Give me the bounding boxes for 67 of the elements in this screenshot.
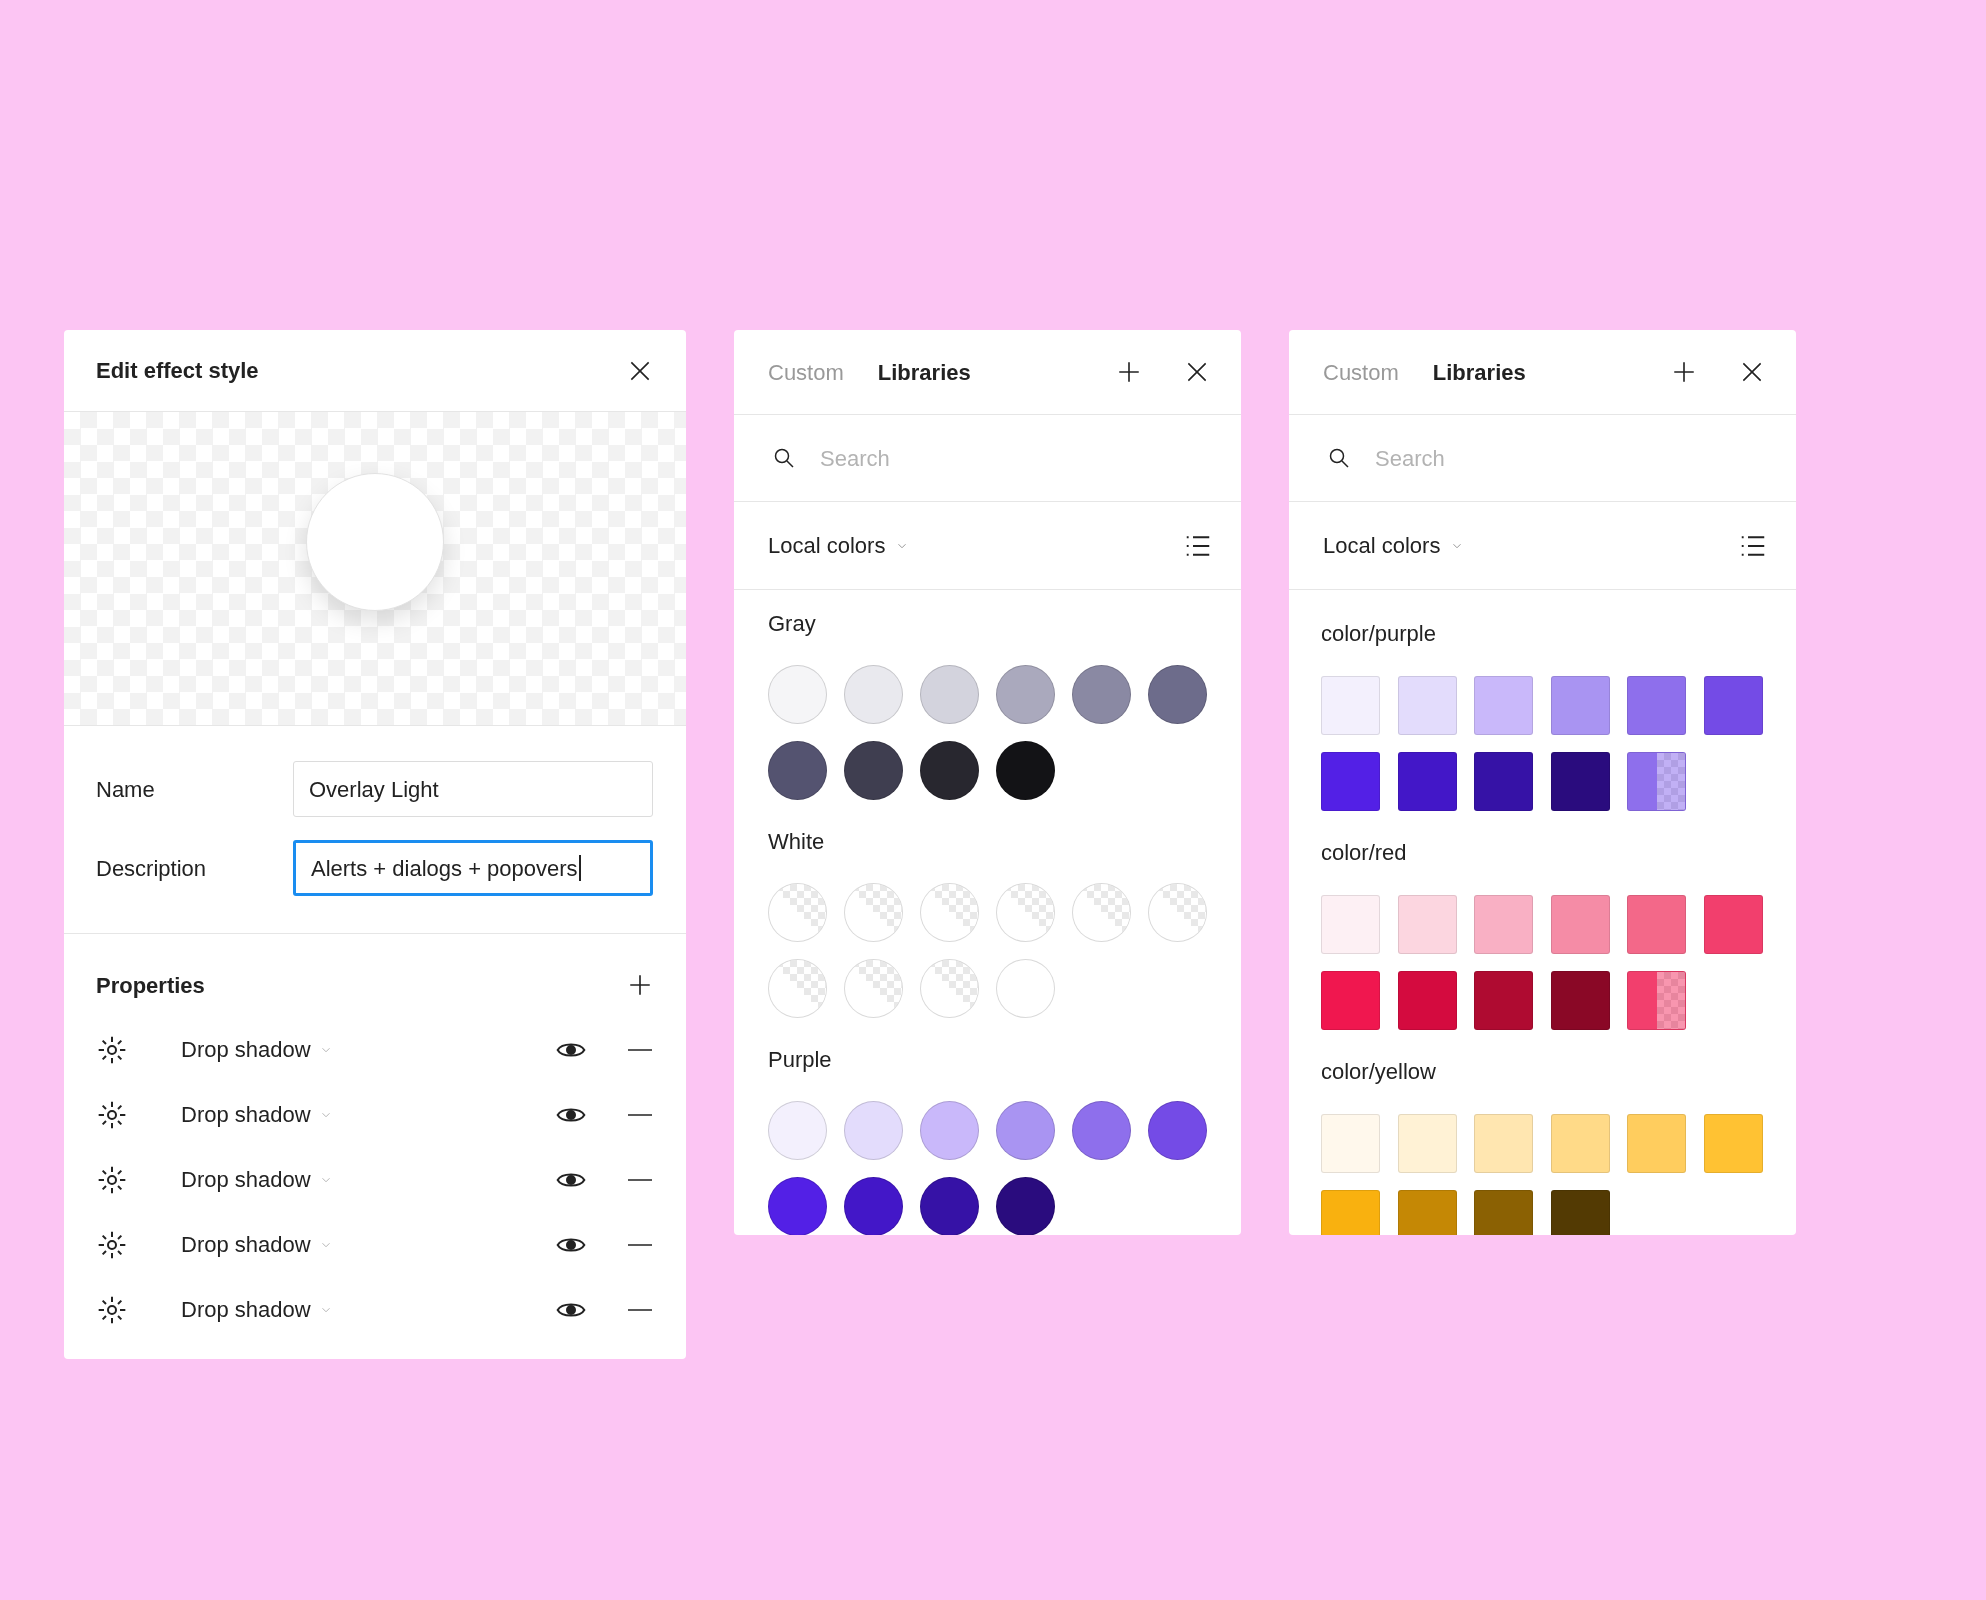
color-swatch[interactable] <box>1397 1114 1457 1173</box>
tab[interactable]: Libraries <box>1432 355 1526 389</box>
group-label: color/purple <box>1321 620 1437 648</box>
color-swatch[interactable] <box>1321 895 1380 954</box>
effect-type-dropdown[interactable]: Drop shadow <box>181 1098 333 1131</box>
panel-title: Edit effect style <box>96 357 259 385</box>
group-label: White <box>768 828 826 856</box>
library-dropdown[interactable]: Local colors <box>1323 529 1465 562</box>
color-swatch[interactable] <box>1703 676 1763 735</box>
minus-icon <box>628 1113 652 1116</box>
color-swatch[interactable] <box>768 1177 827 1235</box>
input-field[interactable]: Alerts + dialogs + popovers <box>293 840 653 896</box>
color-swatch[interactable] <box>1321 676 1380 735</box>
group-label: Gray <box>768 610 817 638</box>
group-label: color/yellow <box>1321 1058 1437 1086</box>
color-swatch[interactable] <box>1474 752 1533 811</box>
search-icon <box>772 446 796 470</box>
effect-type-dropdown[interactable]: Drop shadow <box>181 1228 333 1261</box>
field-label: Name <box>96 775 156 804</box>
color-swatch[interactable] <box>1397 676 1457 735</box>
color-swatch[interactable] <box>1397 752 1457 811</box>
group-label: color/red <box>1321 839 1408 867</box>
color-swatch[interactable] <box>996 1177 1055 1235</box>
field-label: Description <box>96 854 208 883</box>
color-swatch[interactable] <box>1627 895 1686 954</box>
group-label: Purple <box>768 1046 833 1074</box>
color-swatch[interactable] <box>1397 895 1457 954</box>
color-swatch[interactable] <box>1550 1190 1610 1235</box>
minus-icon <box>628 1048 652 1051</box>
plus-icon <box>1116 359 1142 385</box>
section-title: Properties <box>96 971 205 1000</box>
color-swatch[interactable] <box>1550 895 1610 954</box>
color-swatch[interactable] <box>1550 1114 1610 1173</box>
effect-type-dropdown[interactable]: Drop shadow <box>181 1033 333 1066</box>
input-field[interactable]: Overlay Light <box>293 761 653 817</box>
color-swatch[interactable] <box>1474 895 1533 954</box>
color-swatch[interactable] <box>1627 752 1686 811</box>
color-swatch[interactable] <box>1474 1114 1533 1173</box>
color-swatch[interactable] <box>1703 1114 1763 1173</box>
color-swatch[interactable] <box>1321 752 1380 811</box>
plus-icon <box>627 972 653 998</box>
effect-type-dropdown[interactable]: Drop shadow <box>181 1293 333 1326</box>
color-swatch[interactable] <box>844 1177 903 1235</box>
search-icon <box>1327 446 1351 470</box>
effect-type-dropdown[interactable]: Drop shadow <box>181 1163 333 1196</box>
color-swatch[interactable] <box>1321 1190 1380 1235</box>
minus-icon <box>628 1308 652 1311</box>
color-swatch[interactable] <box>1474 676 1533 735</box>
color-swatch[interactable] <box>1397 1190 1457 1235</box>
color-swatch[interactable] <box>1627 676 1686 735</box>
minus-icon <box>628 1243 652 1246</box>
color-swatch[interactable] <box>1703 895 1763 954</box>
color-swatch[interactable] <box>1321 971 1380 1030</box>
color-swatch[interactable] <box>1550 676 1610 735</box>
color-swatch[interactable] <box>920 1177 979 1235</box>
plus-icon <box>1671 359 1697 385</box>
color-swatch[interactable] <box>1397 971 1457 1030</box>
tab[interactable]: Libraries <box>877 355 971 389</box>
library-dropdown[interactable]: Local colors <box>768 529 910 562</box>
minus-icon <box>628 1178 652 1181</box>
color-swatch[interactable] <box>1627 1114 1686 1173</box>
color-swatch[interactable] <box>1550 752 1610 811</box>
color-swatch[interactable] <box>1550 971 1610 1030</box>
color-swatch[interactable] <box>1627 971 1686 1030</box>
color-swatch[interactable] <box>1474 971 1533 1030</box>
color-swatch[interactable] <box>1474 1190 1533 1235</box>
color-swatch[interactable] <box>1321 1114 1380 1173</box>
